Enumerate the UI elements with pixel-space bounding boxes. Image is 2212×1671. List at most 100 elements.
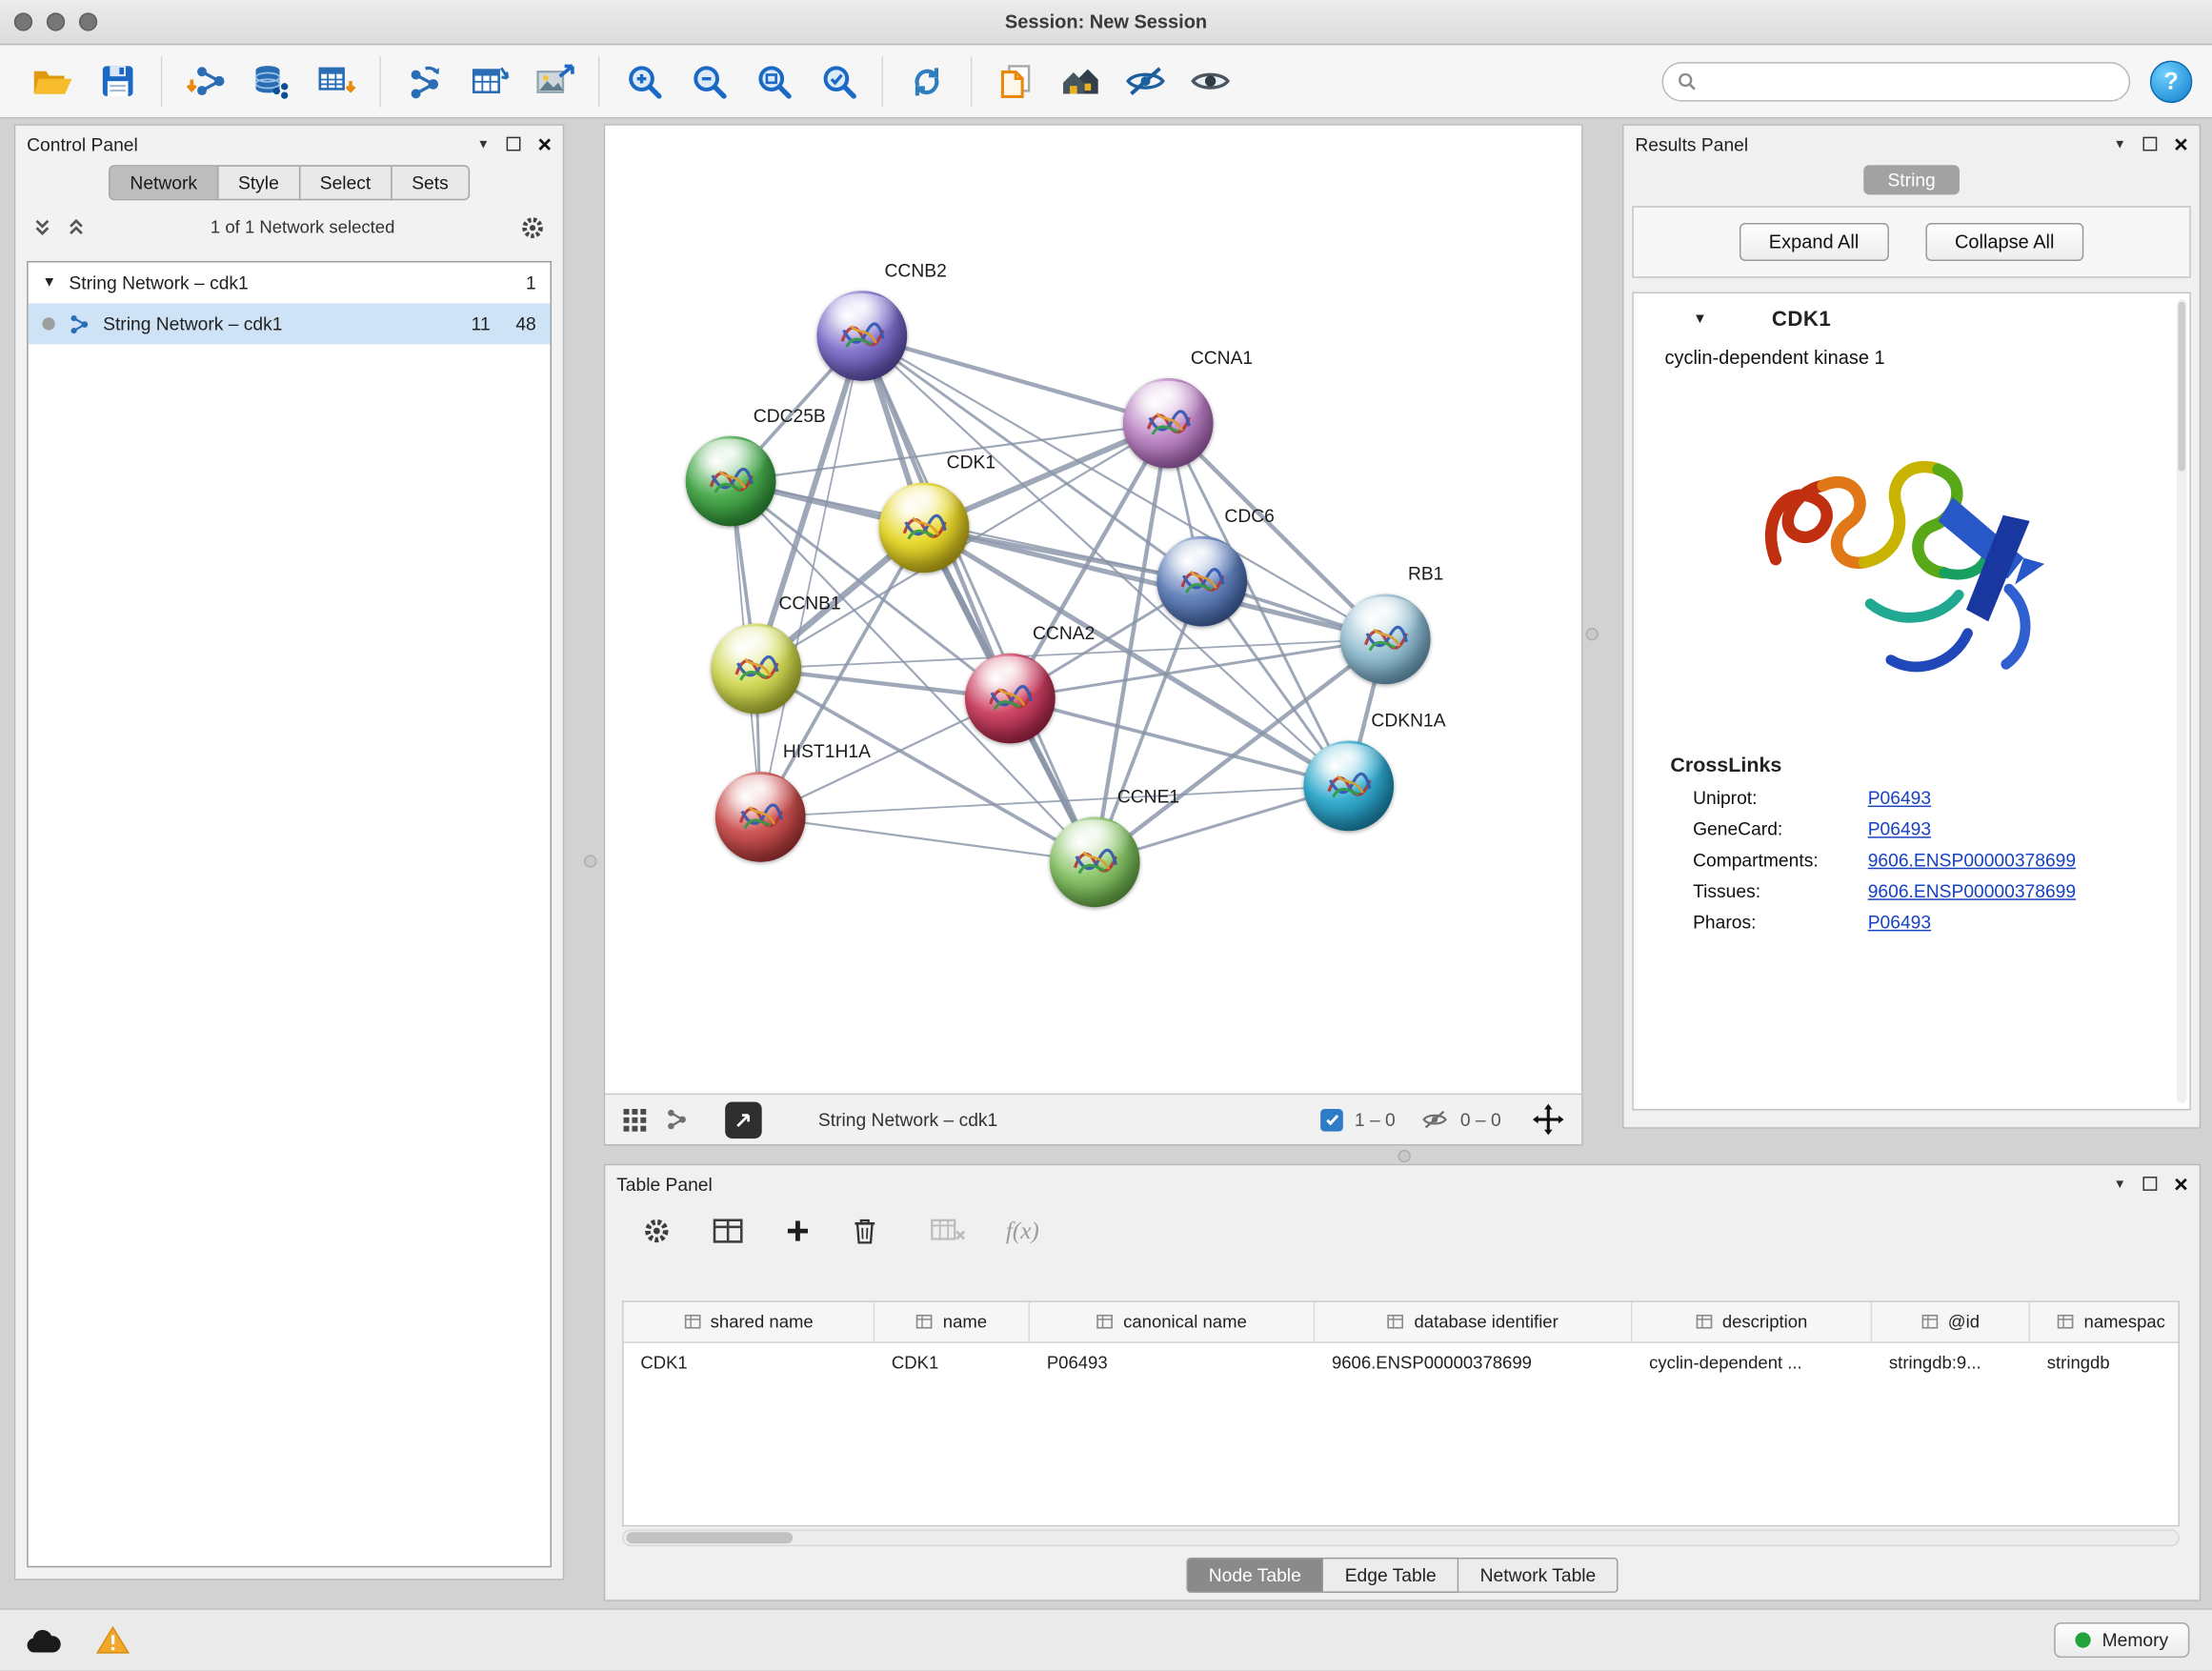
column-header-name[interactable]: name [875,1302,1030,1341]
export-image-button[interactable] [526,51,582,111]
panel-menu-icon[interactable]: ▼ [2114,137,2126,151]
splitter-handle[interactable] [584,855,596,867]
tree-expander-icon[interactable]: ▼ [42,275,56,291]
network-edge-HIST1H1A-CCNE1[interactable] [760,816,1095,861]
panel-close-icon[interactable]: × [537,131,552,155]
grid-view-icon[interactable] [622,1107,648,1133]
panel-menu-icon[interactable]: ▼ [477,137,490,151]
hide-selected-button[interactable] [1117,51,1174,111]
copy-document-button[interactable] [988,51,1044,111]
tab-sets[interactable]: Sets [391,167,468,199]
window-zoom-button[interactable] [79,12,97,30]
entry-expander-icon[interactable]: ▼ [1693,312,1707,327]
crosslink-link[interactable]: P06493 [1868,787,1931,808]
network-node-CDC6[interactable] [1156,536,1247,627]
tab-style[interactable]: Style [217,167,299,199]
crosslink-link[interactable]: P06493 [1868,912,1931,933]
new-network-button[interactable] [396,51,452,111]
crosslink-link[interactable]: 9606.ENSP00000378699 [1868,850,2076,871]
move-crosshair-icon[interactable] [1532,1103,1564,1136]
show-all-button[interactable] [1182,51,1238,111]
tab-string[interactable]: String [1863,165,1960,194]
delete-column-trash-icon[interactable] [851,1217,879,1246]
network-node-CDC25B[interactable] [686,436,776,527]
search-box[interactable] [1662,61,2131,100]
table-cell: stringdb [2030,1353,2180,1373]
add-column-plus-icon[interactable] [784,1218,811,1244]
open-in-new-icon[interactable] [725,1101,762,1138]
network-node-CCNB2[interactable] [816,291,907,381]
tab-network[interactable]: Network [111,167,217,199]
network-node-RB1[interactable] [1340,594,1431,684]
network-node-CCNA1[interactable] [1123,378,1214,469]
refresh-button[interactable] [898,51,955,111]
tab-edge-table[interactable]: Edge Table [1324,1558,1459,1593]
network-node-HIST1H1A[interactable] [715,772,806,862]
network-canvas[interactable]: CCNB2CCNA1CDC25BCDK1CDC6RB1CCNB1CCNA2CDK… [605,126,1581,1094]
tab-network-table[interactable]: Network Table [1458,1558,1619,1593]
search-input[interactable] [1705,70,2114,93]
network-collection-row[interactable]: ▼ String Network – cdk1 1 [29,262,551,303]
network-node-CCNE1[interactable] [1050,816,1140,907]
warning-icon[interactable] [96,1625,131,1655]
panel-float-icon[interactable] [507,137,521,151]
import-table-button[interactable] [308,51,364,111]
tab-select[interactable]: Select [299,167,391,199]
tab-node-table[interactable]: Node Table [1186,1558,1323,1593]
selected-checkbox-icon[interactable] [1320,1108,1343,1131]
import-network-database-button[interactable] [243,51,299,111]
gear-icon[interactable] [519,213,546,240]
collapse-all-icon[interactable] [32,217,52,237]
open-session-button[interactable] [24,51,80,111]
table-row[interactable]: CDK1CDK1P064939606.ENSP00000378699cyclin… [624,1343,2179,1382]
network-node-CDK1[interactable] [879,482,970,573]
window-close-button[interactable] [14,12,32,30]
splitter-handle[interactable] [1586,628,1599,640]
column-header-description[interactable]: description [1632,1302,1872,1341]
network-edge-CDK1-RB1[interactable] [924,528,1385,639]
network-edge-CCNB2-CCNE1[interactable] [862,335,1095,861]
crosslink-link[interactable]: P06493 [1868,818,1931,839]
network-node-CCNA2[interactable] [965,654,1056,744]
column-header--id[interactable]: @id [1872,1302,2030,1341]
help-button[interactable]: ? [2150,60,2192,102]
results-panel-title: Results Panel [1635,133,1748,154]
panel-float-icon[interactable] [2143,137,2158,151]
panel-menu-icon[interactable]: ▼ [2114,1177,2126,1191]
column-header-database-identifier[interactable]: database identifier [1315,1302,1632,1341]
memory-status-dot [2075,1632,2090,1647]
import-network-file-button[interactable] [178,51,234,111]
crosslink-link[interactable]: 9606.ENSP00000378699 [1868,880,2076,901]
splitter-handle[interactable] [1398,1150,1411,1162]
zoom-out-button[interactable] [680,51,736,111]
home-button[interactable] [1053,51,1109,111]
results-scrollbar[interactable] [2177,299,2186,1103]
network-node-CCNB1[interactable] [711,624,801,715]
table-horizontal-scrollbar[interactable] [622,1529,2180,1546]
expand-all-icon[interactable] [67,217,87,237]
save-session-button[interactable] [89,51,145,111]
memory-button[interactable]: Memory [2054,1622,2189,1658]
new-table-button[interactable] [461,51,517,111]
network-edge-CCNA2-CDKN1A[interactable] [1010,698,1348,786]
column-header-canonical-name[interactable]: canonical name [1030,1302,1315,1341]
panel-float-icon[interactable] [2143,1177,2158,1191]
zoom-fit-button[interactable] [745,51,801,111]
network-node-CDKN1A[interactable] [1303,740,1394,831]
panel-close-icon[interactable]: × [2174,1172,2188,1196]
zoom-in-button[interactable] [615,51,672,111]
column-header-namespac[interactable]: namespac [2030,1302,2180,1341]
open-folder-icon [31,61,73,100]
table-settings-gear-icon[interactable] [642,1217,672,1246]
window-minimize-button[interactable] [47,12,65,30]
zoom-selected-button[interactable] [810,51,866,111]
network-glyph-icon[interactable] [665,1108,689,1132]
collapse-all-button[interactable]: Collapse All [1925,223,2084,261]
column-header-shared-name[interactable]: shared name [624,1302,875,1341]
scrollbar-thumb[interactable] [627,1532,794,1543]
expand-all-button[interactable]: Expand All [1739,223,1889,261]
show-columns-icon[interactable] [711,1217,745,1246]
network-row[interactable]: String Network – cdk1 11 48 [29,303,551,344]
cloud-icon[interactable] [23,1624,65,1656]
panel-close-icon[interactable]: × [2174,131,2188,155]
